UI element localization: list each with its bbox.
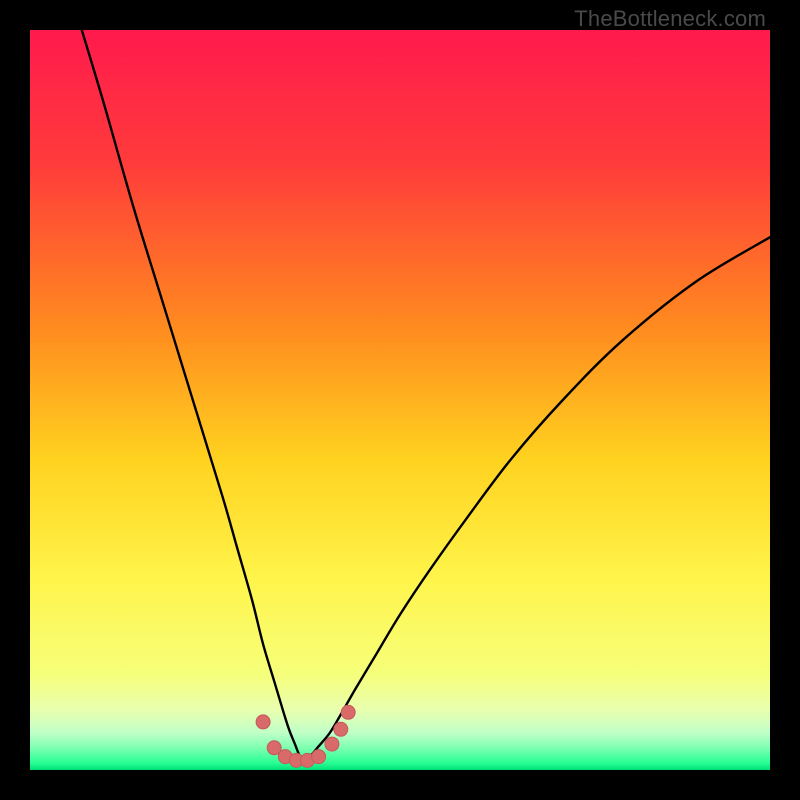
- marker-dot: [312, 750, 326, 764]
- curve-left-branch: [82, 30, 304, 763]
- chart-svg: [30, 30, 770, 770]
- marker-dot: [334, 722, 348, 736]
- watermark-text: TheBottleneck.com: [574, 6, 766, 32]
- outer-frame: TheBottleneck.com: [0, 0, 800, 800]
- marker-dot: [256, 715, 270, 729]
- curve-right-branch: [304, 237, 770, 762]
- marker-dot: [341, 705, 355, 719]
- marker-dot: [325, 737, 339, 751]
- plot-area: [30, 30, 770, 770]
